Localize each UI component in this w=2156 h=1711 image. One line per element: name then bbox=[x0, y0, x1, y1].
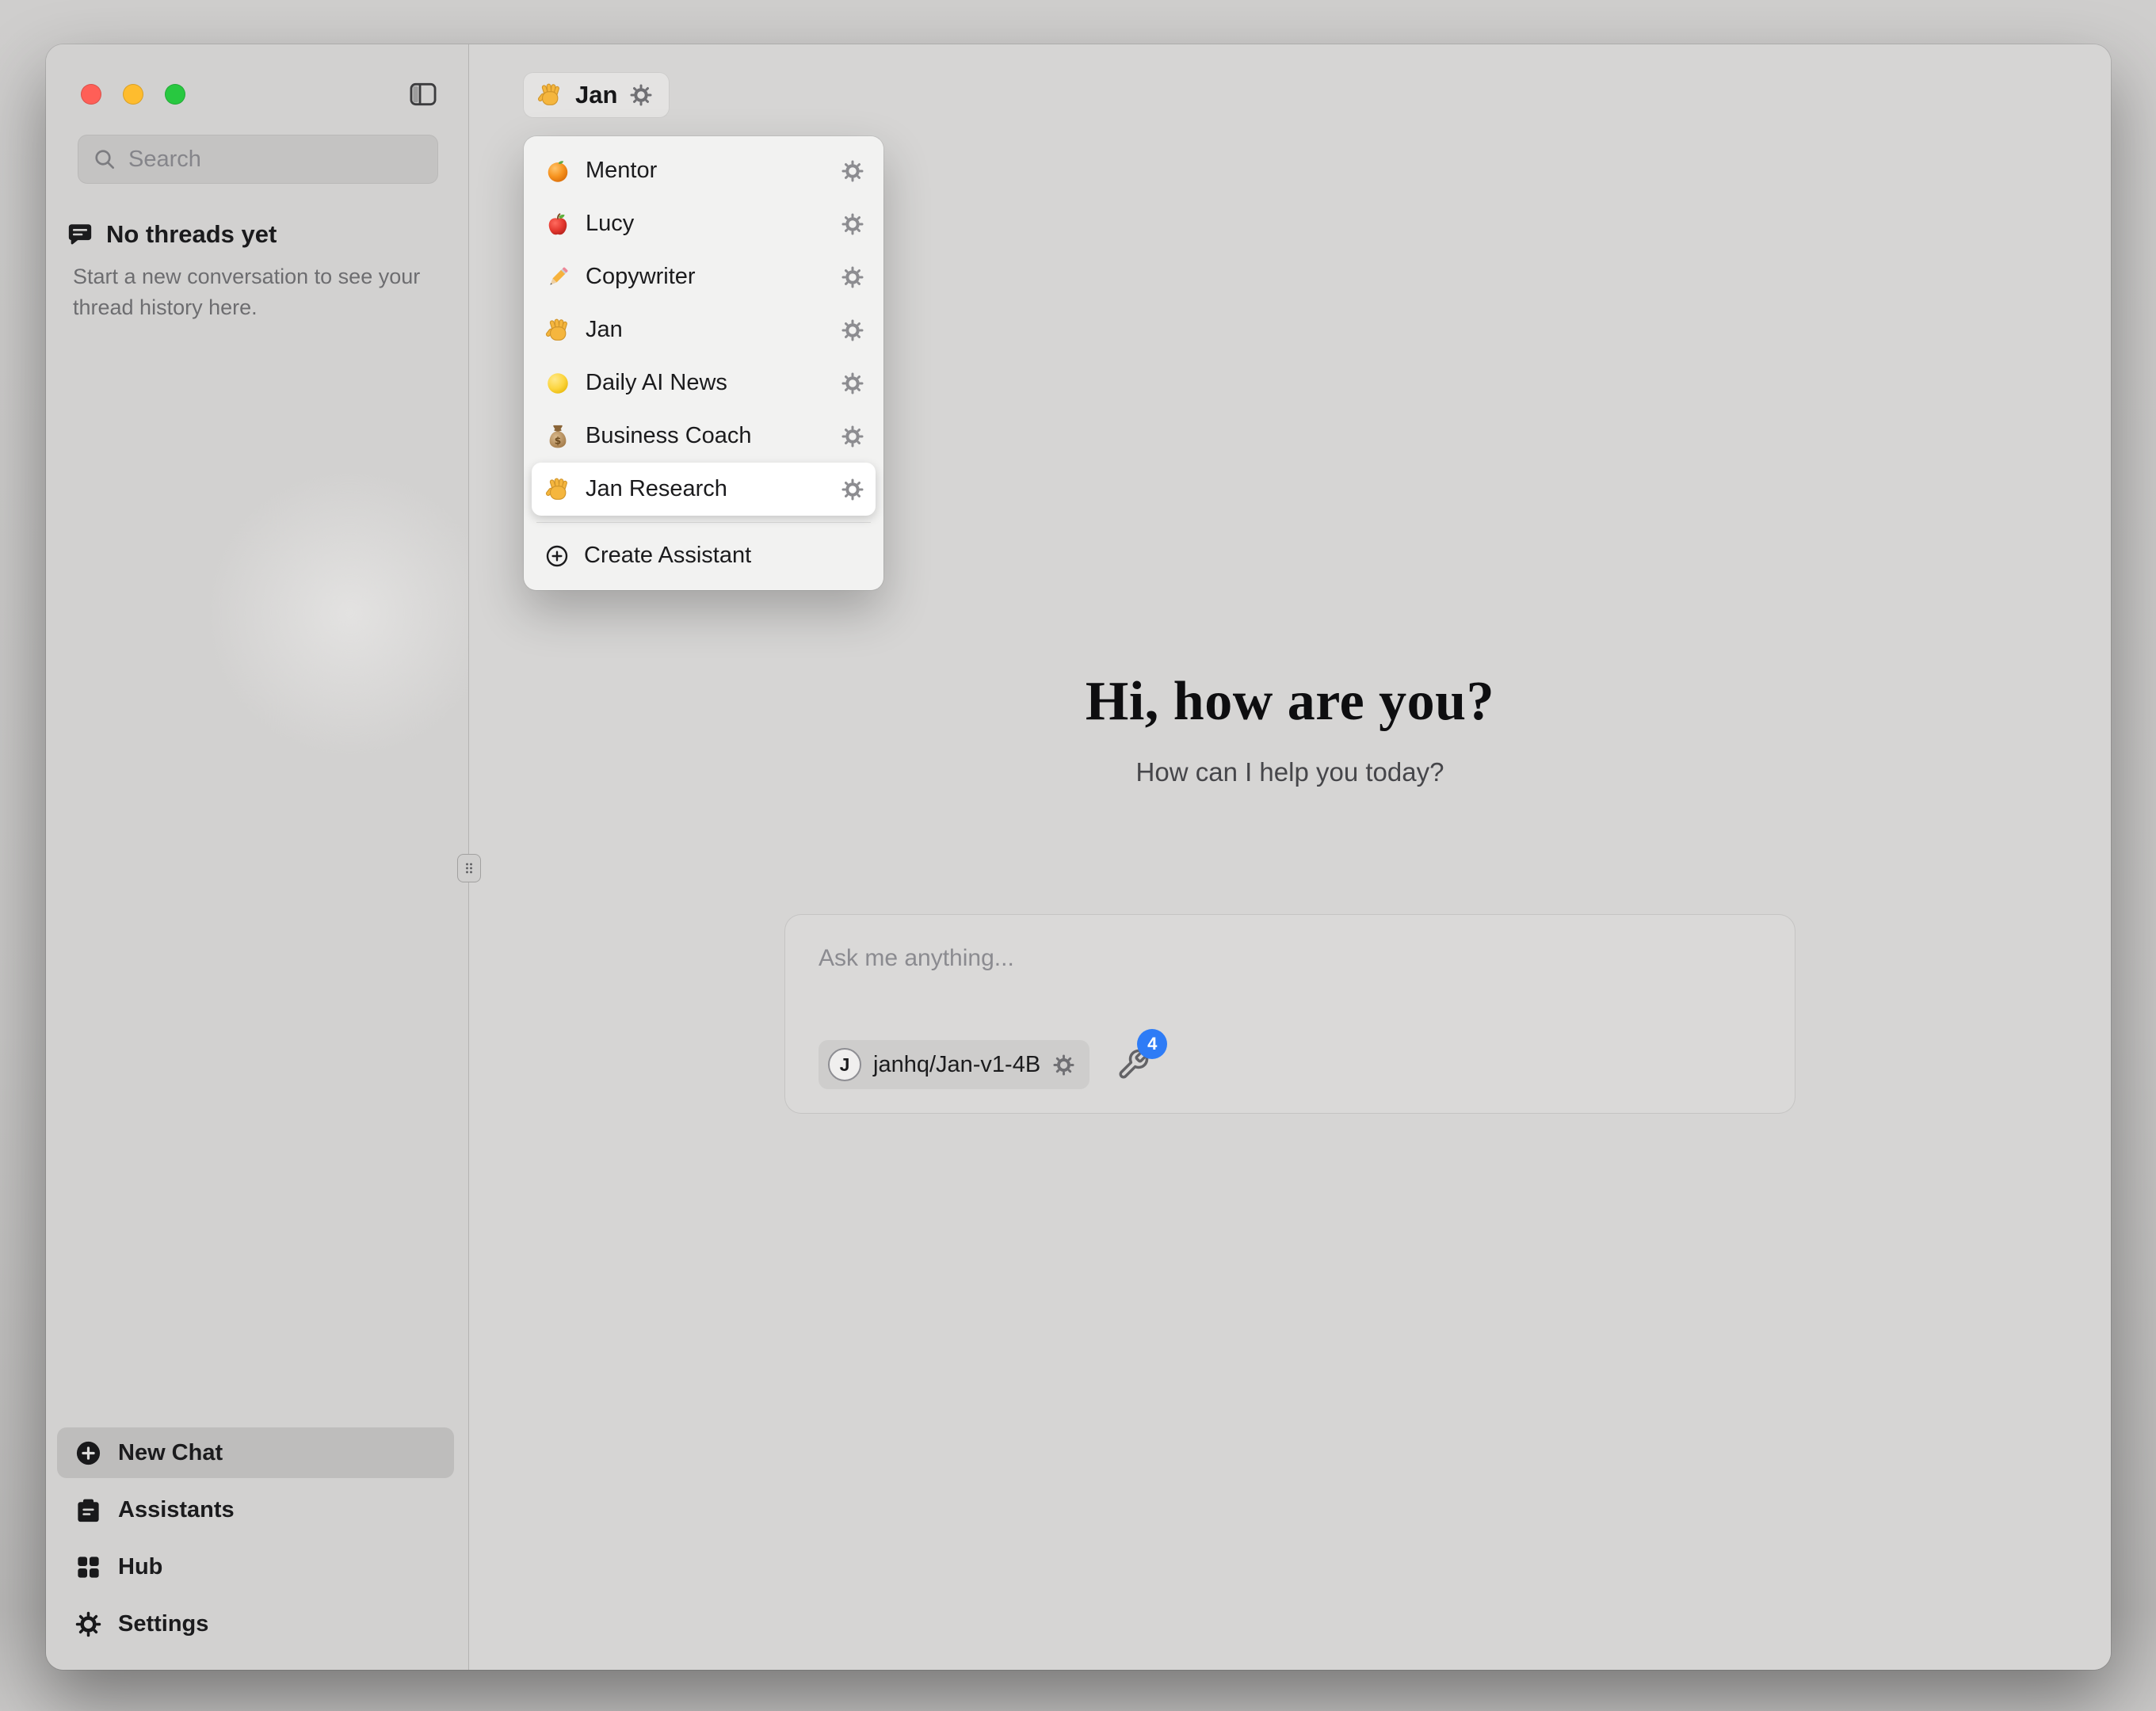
sidebar-item-hub[interactable]: Hub bbox=[57, 1541, 454, 1592]
menu-divider bbox=[536, 522, 871, 523]
empty-state-title: No threads yet bbox=[106, 220, 277, 249]
main-header: Jan bbox=[469, 44, 2111, 117]
sidebar-header bbox=[46, 44, 468, 111]
sidebar-toggle-button[interactable] bbox=[406, 78, 440, 111]
create-assistant-label: Create Assistant bbox=[584, 543, 864, 569]
model-selector-button[interactable]: J janhq/Jan-v1-4B bbox=[819, 1040, 1089, 1089]
nav-item-label: Settings bbox=[118, 1611, 208, 1637]
gear-icon[interactable] bbox=[841, 318, 864, 342]
model-avatar: J bbox=[828, 1048, 861, 1081]
gear-icon[interactable] bbox=[841, 425, 864, 448]
pencil-emoji-icon bbox=[544, 264, 571, 291]
search-input[interactable]: Search bbox=[78, 135, 438, 184]
greeting-title: Hi, how are you? bbox=[469, 670, 2111, 734]
gear-icon bbox=[629, 83, 653, 107]
assistant-menu-label: Daily AI News bbox=[586, 370, 826, 396]
gear-icon[interactable] bbox=[841, 372, 864, 395]
chat-bubble-icon bbox=[67, 221, 93, 248]
composer-toolbar: J janhq/Jan-v1-4B 4 bbox=[819, 1040, 1761, 1089]
assistants-icon bbox=[74, 1496, 102, 1524]
orange-emoji-icon bbox=[544, 158, 571, 185]
assistant-menu-item-mentor[interactable]: Mentor bbox=[532, 144, 876, 197]
tools-count-badge: 4 bbox=[1137, 1029, 1167, 1059]
assistant-menu-label: Jan bbox=[586, 317, 826, 343]
sidebar-nav: New Chat Assistants Hub Settings bbox=[46, 1427, 468, 1670]
assistant-menu-label: Mentor bbox=[586, 158, 826, 184]
waving-hand-emoji-icon bbox=[544, 476, 571, 503]
assistant-menu: Mentor Lucy Copywriter Jan bbox=[524, 136, 883, 590]
sidebar: Search No threads yet Start a new conver… bbox=[46, 44, 469, 1670]
gear-icon[interactable] bbox=[841, 265, 864, 289]
desktop-background: Search No threads yet Start a new conver… bbox=[0, 0, 2156, 1711]
minimize-button[interactable] bbox=[123, 84, 143, 105]
assistant-menu-label: Jan Research bbox=[586, 476, 826, 502]
red-apple-emoji-icon bbox=[544, 211, 571, 238]
assistant-menu-item-lucy[interactable]: Lucy bbox=[532, 197, 876, 250]
nav-item-label: Hub bbox=[118, 1554, 162, 1580]
sidebar-item-new-chat[interactable]: New Chat bbox=[57, 1427, 454, 1478]
plus-circle-icon bbox=[74, 1439, 102, 1467]
nav-item-label: New Chat bbox=[118, 1440, 223, 1466]
main-area: Jan Mentor Lucy Copywriter bbox=[469, 44, 2111, 1670]
search-placeholder: Search bbox=[128, 147, 201, 173]
hub-grid-icon bbox=[74, 1553, 102, 1581]
assistant-menu-label: Lucy bbox=[586, 211, 826, 237]
empty-state-body: Start a new conversation to see your thr… bbox=[73, 261, 422, 323]
close-button[interactable] bbox=[81, 84, 101, 105]
plus-circle-icon bbox=[544, 543, 570, 569]
grip-dots-icon bbox=[461, 859, 477, 878]
window-controls bbox=[81, 84, 185, 105]
money-bag-emoji-icon bbox=[544, 423, 571, 450]
message-input-placeholder: Ask me anything... bbox=[819, 945, 1761, 972]
assistant-menu-item-jan[interactable]: Jan bbox=[532, 303, 876, 356]
greeting-subtitle: How can I help you today? bbox=[469, 757, 2111, 787]
gear-icon[interactable] bbox=[1052, 1054, 1075, 1077]
zoom-button[interactable] bbox=[165, 84, 185, 105]
assistant-name: Jan bbox=[575, 81, 617, 109]
app-window: Search No threads yet Start a new conver… bbox=[46, 44, 2111, 1670]
message-composer[interactable]: Ask me anything... J janhq/Jan-v1-4B 4 bbox=[785, 915, 1795, 1113]
nav-item-label: Assistants bbox=[118, 1497, 235, 1523]
sidebar-item-settings[interactable]: Settings bbox=[57, 1599, 454, 1649]
waving-hand-emoji-icon bbox=[536, 82, 563, 109]
yellow-circle-emoji-icon bbox=[544, 370, 571, 397]
sidebar-resize-handle[interactable] bbox=[457, 854, 481, 882]
gear-icon[interactable] bbox=[841, 159, 864, 183]
assistant-menu-item-daily-ai-news[interactable]: Daily AI News bbox=[532, 356, 876, 410]
threads-empty-state: No threads yet Start a new conversation … bbox=[46, 184, 468, 323]
model-name: janhq/Jan-v1-4B bbox=[873, 1052, 1040, 1078]
sidebar-item-assistants[interactable]: Assistants bbox=[57, 1484, 454, 1535]
gear-icon[interactable] bbox=[841, 478, 864, 501]
tools-button[interactable]: 4 bbox=[1116, 1046, 1153, 1083]
create-assistant-button[interactable]: Create Assistant bbox=[532, 529, 876, 582]
assistant-menu-item-copywriter[interactable]: Copywriter bbox=[532, 250, 876, 303]
search-icon bbox=[92, 147, 117, 172]
waving-hand-emoji-icon bbox=[544, 317, 571, 344]
assistant-selector-button[interactable]: Jan bbox=[524, 73, 669, 117]
gear-icon bbox=[74, 1610, 102, 1638]
assistant-menu-label: Copywriter bbox=[586, 264, 826, 290]
assistant-menu-item-business-coach[interactable]: Business Coach bbox=[532, 410, 876, 463]
assistant-menu-item-jan-research[interactable]: Jan Research bbox=[532, 463, 876, 516]
gear-icon[interactable] bbox=[841, 212, 864, 236]
assistant-menu-label: Business Coach bbox=[586, 423, 826, 449]
sidebar-toggle-icon bbox=[408, 79, 438, 109]
welcome-section: Hi, how are you? How can I help you toda… bbox=[469, 670, 2111, 787]
